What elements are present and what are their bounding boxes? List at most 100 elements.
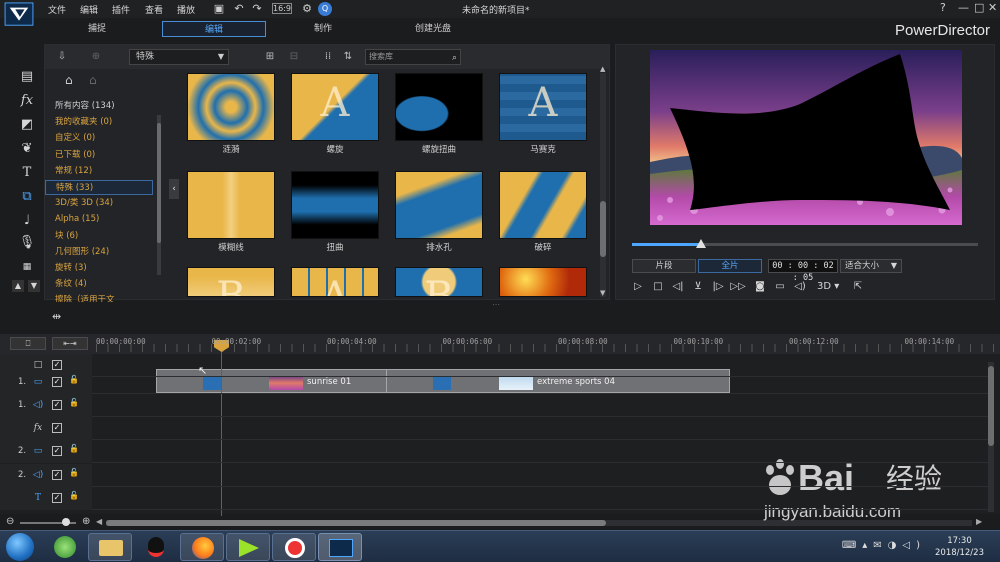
- transition-thumbnail[interactable]: A: [291, 267, 379, 297]
- stop-icon[interactable]: □: [650, 279, 666, 295]
- taskbar-app-powerdirector[interactable]: [318, 533, 362, 561]
- category-item[interactable]: 3D/类 3D (34): [55, 196, 113, 211]
- library-search-input[interactable]: 搜索库 ⌕: [365, 49, 461, 65]
- menu-file[interactable]: 文件: [48, 3, 66, 16]
- add-favorite-tag-icon[interactable]: ⌂: [65, 73, 73, 87]
- menu-edit[interactable]: 编辑: [80, 3, 98, 16]
- track-enable-checkbox[interactable]: ✓: [52, 377, 62, 387]
- track-lock-icon[interactable]: 🔓: [69, 468, 79, 477]
- start-button[interactable]: [6, 533, 34, 561]
- next-frame-icon[interactable]: |▷: [710, 279, 726, 295]
- transition-thumbnail[interactable]: [187, 73, 275, 141]
- menu-view[interactable]: 查看: [145, 3, 163, 16]
- previous-frame-icon[interactable]: ◁|: [670, 279, 686, 295]
- menu-play[interactable]: 播放: [177, 3, 195, 16]
- tab-edit[interactable]: 编辑: [162, 21, 266, 37]
- rail-down-icon[interactable]: ▼: [28, 280, 40, 292]
- track-lock-icon[interactable]: 🔓: [69, 444, 79, 453]
- taskbar-app-recorder[interactable]: [272, 533, 316, 561]
- storyboard-toggle-button[interactable]: ⇤⇥: [52, 337, 88, 350]
- menu-plugins[interactable]: 插件: [112, 3, 130, 16]
- system-tray-icons[interactable]: ⌨▴✉◑◁): [842, 540, 926, 551]
- undo-icon[interactable]: ↶: [232, 2, 246, 16]
- track-lock-icon[interactable]: 🔓: [69, 491, 79, 500]
- zoom-slider-handle[interactable]: [62, 518, 70, 526]
- category-item[interactable]: 我的收藏夹 (0): [55, 115, 112, 130]
- scroll-up-icon[interactable]: ▲: [600, 65, 605, 73]
- split-icon[interactable]: ⊻: [690, 279, 706, 295]
- subtitle-room-icon[interactable]: ▦: [18, 258, 36, 276]
- fit-timeline-icon[interactable]: ⇹: [52, 310, 61, 323]
- category-dropdown[interactable]: 特殊 ▼: [129, 49, 229, 65]
- settings-gear-icon[interactable]: ⚙: [300, 2, 314, 16]
- save-icon[interactable]: ▣: [212, 2, 226, 16]
- zoom-in-icon[interactable]: ⊕: [82, 516, 90, 527]
- taskbar-app-qq[interactable]: [134, 533, 178, 561]
- particle-room-icon[interactable]: ❦: [18, 140, 36, 158]
- collapse-panel-button[interactable]: ‹: [169, 179, 179, 199]
- taskbar-app-explorer[interactable]: [88, 533, 132, 561]
- preview-seek-bar[interactable]: [632, 239, 978, 248]
- volume-icon[interactable]: ◁): [792, 279, 808, 295]
- transition-thumbnail[interactable]: A: [499, 73, 587, 141]
- tab-create-disc[interactable]: 创建光盘: [396, 21, 470, 37]
- close-button[interactable]: ✕: [988, 1, 997, 14]
- category-item[interactable]: Alpha (15): [55, 212, 99, 227]
- 3d-mode-toggle[interactable]: 3D ▾: [817, 279, 839, 295]
- transition-room-icon[interactable]: ⧉: [18, 188, 36, 206]
- category-scrollbar[interactable]: [157, 115, 161, 275]
- aspect-ratio-icon[interactable]: 16:9: [272, 3, 292, 14]
- snapshot-camera-icon[interactable]: ◙: [752, 279, 768, 295]
- scroll-down-icon[interactable]: ▼: [600, 289, 605, 297]
- transition-thumbnail[interactable]: [187, 171, 275, 239]
- category-item[interactable]: 块 (6): [55, 229, 78, 244]
- track-enable-checkbox[interactable]: ✓: [52, 400, 62, 410]
- audio-mixing-icon[interactable]: ♩: [18, 212, 36, 230]
- clip-mode-button[interactable]: 片段: [632, 259, 696, 273]
- transition-thumbnail[interactable]: B: [395, 267, 483, 297]
- track-manager-button[interactable]: ⎕: [10, 337, 46, 350]
- library-scrollbar[interactable]: [600, 73, 606, 297]
- play-icon[interactable]: ▷: [630, 279, 646, 295]
- transition-thumbnail[interactable]: B: [187, 267, 275, 297]
- subtitle-icon[interactable]: ▭: [772, 279, 788, 295]
- track-lock-icon[interactable]: 🔓: [69, 375, 79, 384]
- title-room-icon[interactable]: T: [18, 164, 36, 182]
- download-content-icon[interactable]: ⊕: [89, 50, 103, 64]
- transition-thumbnail[interactable]: [395, 171, 483, 239]
- transition-thumbnail[interactable]: A: [291, 73, 379, 141]
- seek-handle[interactable]: [696, 239, 707, 248]
- track-enable-checkbox[interactable]: ✓: [52, 423, 62, 433]
- rail-up-icon[interactable]: ▲: [12, 280, 24, 292]
- category-item[interactable]: 旋转 (3): [55, 261, 87, 276]
- account-icon[interactable]: Q: [318, 2, 332, 16]
- transition-thumbnail[interactable]: [395, 73, 483, 141]
- grid-view-icon[interactable]: ⁞⁞: [321, 50, 335, 64]
- fx-room-icon[interactable]: fx: [18, 92, 36, 110]
- category-item[interactable]: 已下载 (0): [55, 148, 95, 163]
- remove-tag-icon[interactable]: ⌂: [89, 73, 97, 87]
- pip-room-icon[interactable]: ◩: [18, 116, 36, 134]
- zoom-out-icon[interactable]: ⊖: [6, 516, 14, 527]
- redo-icon[interactable]: ↷: [250, 2, 264, 16]
- scroll-left-icon[interactable]: ◀: [96, 517, 102, 526]
- transition-thumbnail[interactable]: [499, 267, 587, 297]
- transition-thumbnail[interactable]: [499, 171, 587, 239]
- timecode-display[interactable]: 00 : 00 : 02 : 05: [768, 259, 838, 283]
- maximize-button[interactable]: □: [974, 1, 984, 14]
- zoom-fit-dropdown[interactable]: 适合大小 ▼: [840, 259, 902, 273]
- category-item[interactable]: 自定义 (0): [55, 131, 95, 146]
- tab-capture[interactable]: 捕捉: [60, 21, 134, 37]
- category-item[interactable]: 所有内容 (134): [55, 99, 115, 114]
- sort-icon[interactable]: ⇅: [341, 50, 355, 64]
- undock-preview-icon[interactable]: ⇱: [850, 279, 866, 295]
- voiceover-mic-icon[interactable]: 🎙: [18, 234, 36, 252]
- category-item[interactable]: 常规 (12): [55, 164, 92, 179]
- category-item[interactable]: 几何图形 (24): [55, 245, 109, 260]
- track-lock-icon[interactable]: 🔓: [69, 398, 79, 407]
- tab-produce[interactable]: 制作: [286, 21, 360, 37]
- fast-forward-icon[interactable]: ▷▷: [730, 279, 746, 295]
- import-icon[interactable]: ⇩: [55, 50, 69, 64]
- track-enable-checkbox[interactable]: ✓: [52, 360, 62, 370]
- category-item[interactable]: 特殊 (33): [45, 180, 153, 195]
